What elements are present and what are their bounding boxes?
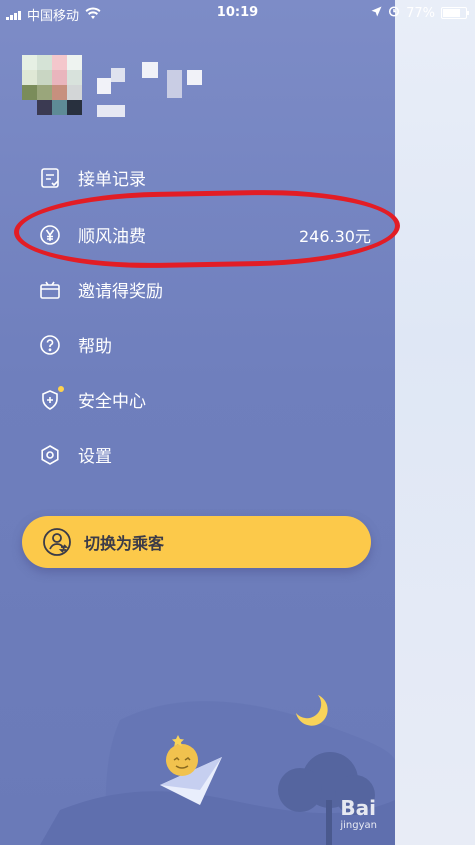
menu-item-label: 接单记录 <box>78 170 146 190</box>
profile-header[interactable] <box>22 55 202 117</box>
alarm-icon <box>388 5 400 21</box>
battery-percent: 77% <box>406 5 435 21</box>
menu-item-settings[interactable]: 设置 <box>0 427 395 482</box>
menu-item-invite-rewards[interactable]: 邀请得奖励 <box>0 262 395 317</box>
night-illustration <box>0 660 395 845</box>
menu-item-label: 设置 <box>78 447 112 467</box>
location-icon <box>371 6 382 21</box>
dimmed-main-content[interactable] <box>395 0 475 845</box>
menu-item-label: 邀请得奖励 <box>78 282 163 302</box>
receipt-icon <box>38 166 62 190</box>
menu-item-label: 顺风油费 <box>78 227 146 247</box>
menu-item-safety-center[interactable]: 安全中心 <box>0 372 395 427</box>
gift-icon <box>38 278 62 302</box>
battery-icon <box>441 7 469 19</box>
fuel-fee-amount: 246.30元 <box>299 226 371 246</box>
yuan-icon <box>38 223 62 247</box>
menu-item-label: 安全中心 <box>78 392 146 412</box>
user-switch-icon <box>42 527 72 557</box>
side-drawer: 接单记录 顺风油费 246.30元 邀请得奖励 帮助 安全中心 设置 切换为乘客… <box>0 0 395 845</box>
menu-item-order-records[interactable]: 接单记录 <box>0 150 395 205</box>
avatar[interactable] <box>22 55 82 115</box>
switch-button-label: 切换为乘客 <box>84 534 165 553</box>
watermark: Bai jingyan <box>340 796 377 831</box>
help-icon <box>38 333 62 357</box>
status-bar: 中国移动 10:19 77% <box>0 0 475 26</box>
gear-icon <box>38 443 62 467</box>
menu-item-label: 帮助 <box>78 337 112 357</box>
shield-plus-icon <box>38 385 64 412</box>
menu-item-help[interactable]: 帮助 <box>0 317 395 372</box>
switch-to-passenger-button[interactable]: 切换为乘客 <box>22 516 371 568</box>
notification-dot <box>58 385 64 392</box>
username <box>97 60 217 117</box>
menu-item-fuel-fee[interactable]: 顺风油费 246.30元 <box>0 207 395 262</box>
